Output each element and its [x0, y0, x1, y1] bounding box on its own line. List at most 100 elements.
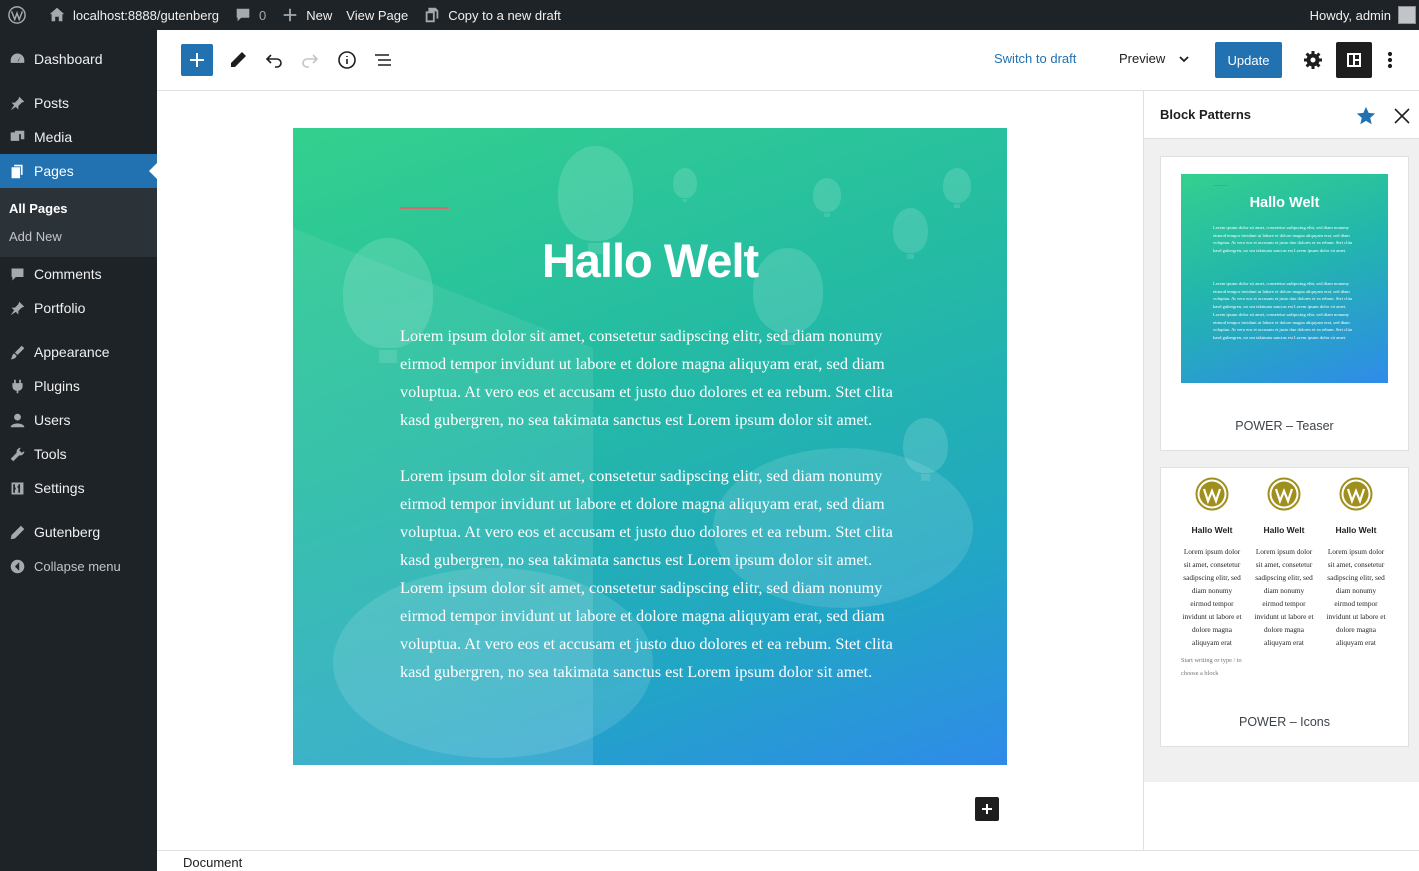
pin-icon — [8, 94, 26, 112]
balloon-shape — [558, 146, 633, 255]
column-title: Hallo Welt — [1191, 525, 1233, 535]
undo-button[interactable] — [258, 44, 290, 76]
editor-toolbar: Switch to draft Preview Update — [157, 30, 1419, 91]
new-content-link[interactable]: New — [273, 0, 339, 30]
content-info-button[interactable] — [331, 44, 363, 76]
copy-icon — [422, 5, 442, 25]
site-url: localhost:8888/gutenberg — [73, 7, 220, 23]
sidebar-item-dashboard[interactable]: Dashboard — [0, 42, 157, 76]
preview-separator — [1213, 185, 1227, 186]
dashboard-icon — [8, 50, 26, 68]
wordpress-icon — [7, 5, 27, 25]
user-icon — [8, 411, 26, 429]
star-icon[interactable] — [1355, 105, 1377, 127]
preview-button[interactable]: Preview — [1119, 51, 1191, 66]
pattern-card-teaser[interactable]: Hallo Welt Lorem ipsum dolor sit amet, c… — [1160, 156, 1409, 451]
sidebar-item-label: Media — [34, 129, 73, 145]
cover-separator — [400, 207, 449, 209]
sidebar-item-label: Collapse menu — [34, 558, 121, 574]
sidebar-item-users[interactable]: Users — [0, 403, 157, 437]
wordpress-logo-icon — [1267, 477, 1301, 511]
cover-paragraph[interactable]: Lorem ipsum dolor sit amet, consetetur s… — [400, 322, 910, 434]
pencil-icon — [231, 52, 246, 67]
media-icon — [8, 128, 26, 146]
sidebar-item-label: Settings — [34, 480, 85, 496]
block-navigation-button[interactable] — [367, 44, 399, 76]
sidebar-item-label: Portfolio — [34, 300, 86, 316]
block-patterns-panel: Block Patterns Hallo Welt Lorem ipsum do… — [1143, 91, 1419, 850]
sidebar-item-comments[interactable]: Comments — [0, 257, 157, 291]
switch-to-draft-button[interactable]: Switch to draft — [994, 51, 1076, 66]
view-page-label: View Page — [346, 7, 409, 23]
more-options-button[interactable] — [1374, 44, 1406, 76]
undo-icon — [265, 54, 282, 68]
panel-title: Block Patterns — [1160, 107, 1252, 122]
sidebar-item-posts[interactable]: Posts — [0, 86, 157, 120]
site-name-link[interactable]: localhost:8888/gutenberg — [40, 0, 226, 30]
sidebar-item-tools[interactable]: Tools — [0, 437, 157, 471]
view-page-link[interactable]: View Page — [339, 0, 415, 30]
sidebar-item-label: Appearance — [34, 344, 110, 360]
block-patterns-toggle[interactable] — [1336, 42, 1372, 78]
close-icon[interactable] — [1391, 105, 1413, 127]
comment-bubble-icon — [233, 5, 253, 25]
wp-logo-menu[interactable] — [0, 0, 40, 30]
collapse-icon — [8, 557, 26, 575]
sidebar-item-plugins[interactable]: Plugins — [0, 369, 157, 403]
update-button[interactable]: Update — [1215, 42, 1282, 78]
preview-paragraph: Lorem ipsum dolor sit amet, consetetur s… — [1213, 281, 1353, 340]
sidebar-item-media[interactable]: Media — [0, 120, 157, 154]
pin-icon — [8, 299, 26, 317]
panel-header: Block Patterns — [1144, 91, 1419, 139]
patterns-icon — [1347, 53, 1361, 67]
breadcrumb[interactable]: Document — [183, 855, 242, 870]
cover-block[interactable]: Hallo Welt Lorem ipsum dolor sit amet, c… — [293, 128, 1007, 765]
info-icon — [338, 51, 356, 69]
comments-link[interactable]: 0 — [226, 0, 273, 30]
comments-count: 0 — [259, 7, 267, 23]
balloon-shape — [943, 168, 971, 208]
cover-heading[interactable]: Hallo Welt — [293, 233, 1007, 288]
block-inserter-button[interactable] — [181, 44, 213, 76]
copy-draft-label: Copy to a new draft — [448, 7, 561, 23]
home-icon — [47, 5, 67, 25]
sidebar-item-label: Dashboard — [34, 51, 103, 67]
preview-label: Preview — [1119, 51, 1166, 66]
sidebar-item-settings[interactable]: Settings — [0, 471, 157, 505]
wordpress-logo-icon — [1339, 477, 1373, 511]
patterns-list: Hallo Welt Lorem ipsum dolor sit amet, c… — [1144, 139, 1419, 782]
icon-column: Hallo Welt Lorem ipsum dolor sit amet, c… — [1325, 477, 1387, 649]
settings-button[interactable] — [1297, 44, 1329, 76]
sidebar-item-label: Comments — [34, 266, 102, 282]
pattern-card-icons[interactable]: Hallo Welt Lorem ipsum dolor sit amet, c… — [1160, 467, 1409, 747]
preview-paragraph: Lorem ipsum dolor sit amet, consetetur s… — [1213, 225, 1353, 254]
tools-button[interactable] — [222, 44, 254, 76]
column-title: Hallo Welt — [1263, 525, 1305, 535]
icon-column: Hallo Welt Lorem ipsum dolor sit amet, c… — [1253, 477, 1315, 649]
chevron-down-icon — [1179, 55, 1189, 62]
pattern-label: POWER – Teaser — [1235, 419, 1334, 433]
sidebar-item-label: Gutenberg — [34, 524, 101, 540]
redo-icon — [302, 54, 319, 68]
sidebar-item-appearance[interactable]: Appearance — [0, 335, 157, 369]
wordpress-logo-icon — [1195, 477, 1229, 511]
wrench-icon — [8, 445, 26, 463]
cover-paragraph[interactable]: Lorem ipsum dolor sit amet, consetetur s… — [400, 462, 910, 686]
submenu-all-pages[interactable]: All Pages — [0, 194, 157, 222]
collapse-menu-button[interactable]: Collapse menu — [0, 549, 157, 583]
copy-draft-link[interactable]: Copy to a new draft — [415, 0, 568, 30]
avatar — [1398, 6, 1416, 24]
sidebar-item-pages[interactable]: Pages — [0, 154, 157, 188]
sidebar-item-portfolio[interactable]: Portfolio — [0, 291, 157, 325]
sidebar-item-label: Users — [34, 412, 71, 428]
list-view-icon — [375, 54, 391, 66]
admin-sidebar: Dashboard Posts Media Pages All Pages Ad… — [0, 30, 157, 871]
sidebar-item-gutenberg[interactable]: Gutenberg — [0, 515, 157, 549]
account-menu[interactable]: Howdy, admin — [1310, 6, 1419, 24]
add-block-button[interactable] — [975, 797, 999, 821]
sidebar-item-label: Posts — [34, 95, 70, 111]
submenu-add-new[interactable]: Add New — [0, 222, 157, 250]
balloon-shape — [813, 178, 841, 217]
redo-button[interactable] — [294, 44, 326, 76]
gear-icon — [1304, 51, 1322, 69]
